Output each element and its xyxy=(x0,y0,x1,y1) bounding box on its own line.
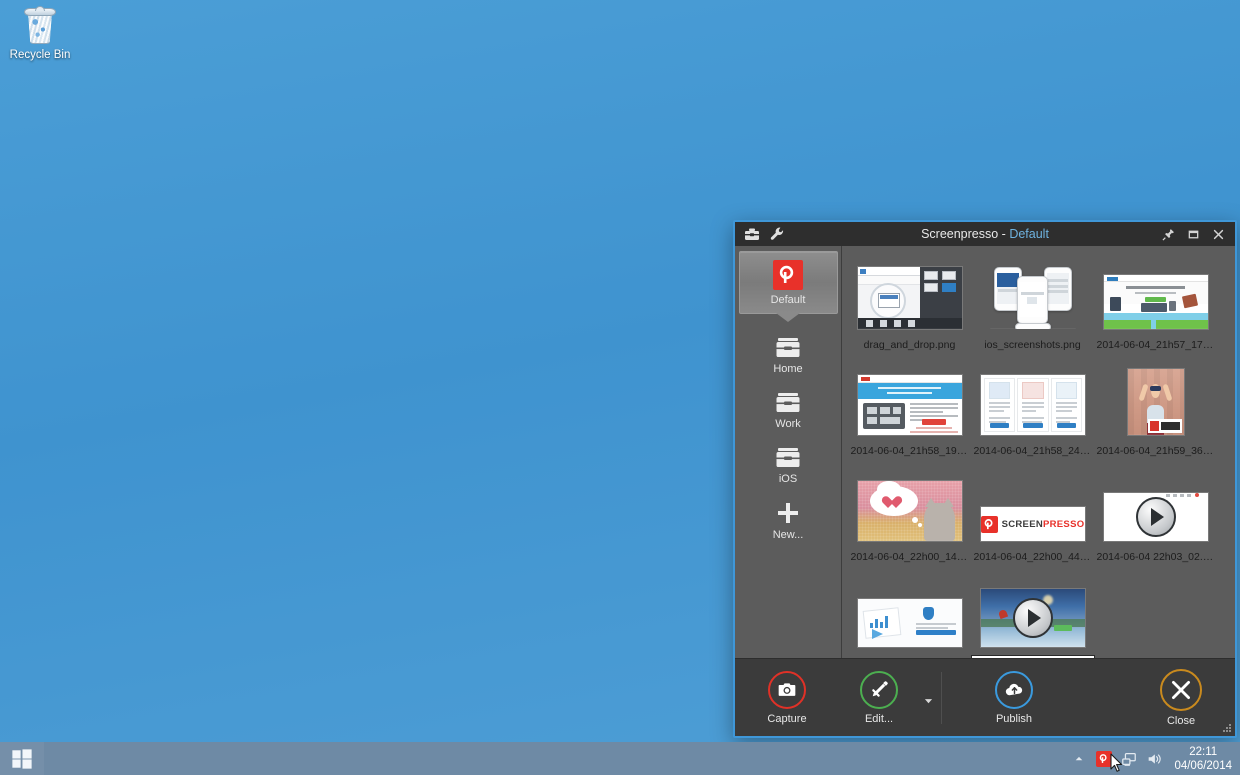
pin-icon[interactable] xyxy=(1162,228,1175,241)
capture-button[interactable]: Capture xyxy=(745,670,829,725)
thumbnail-image[interactable] xyxy=(857,572,962,647)
thumbnail-image[interactable] xyxy=(980,572,1085,647)
clock-time: 22:11 xyxy=(1189,745,1218,758)
screenpresso-logo-icon xyxy=(980,515,998,533)
sidebar-item-label: New... xyxy=(772,529,804,541)
thumbnail-filename: 2014-06-04_21h58_19.png xyxy=(850,445,971,457)
thumbnail-item[interactable]: drag_and_drop.png xyxy=(848,252,971,358)
thumbnail-item[interactable]: 2014-06-04_21h59_36.png xyxy=(1094,358,1217,464)
sidebar-item-work[interactable]: Work xyxy=(739,382,838,437)
sidebar-item-default[interactable]: Default xyxy=(738,251,838,314)
thumbnail-image[interactable] xyxy=(1103,254,1208,329)
window-title-separator: - xyxy=(1001,227,1006,241)
capture-icon xyxy=(768,670,806,709)
window-title-workspace: Default xyxy=(1009,227,1049,241)
thumbnail-item[interactable]: 2014-06-04 22h06_20.mp4 xyxy=(970,570,1095,658)
video-play-icon xyxy=(1135,497,1176,537)
close-button[interactable]: Close xyxy=(1139,668,1223,727)
thumbnail-item[interactable]: 2014-06-04_22h05_29.png xyxy=(848,570,971,658)
folder-icon xyxy=(775,392,801,414)
show-hidden-icons-chevron-icon[interactable] xyxy=(1070,750,1088,768)
thumbnail-image[interactable] xyxy=(857,254,962,329)
edit-label: Edit... xyxy=(864,712,894,725)
volume-icon[interactable] xyxy=(1145,750,1163,768)
thumbnail-item[interactable]: 2014-06-04 22h03_02.mp4 xyxy=(1094,464,1217,570)
folder-icon xyxy=(775,447,801,469)
minimize-icon[interactable] xyxy=(1187,228,1200,241)
sidebar-item-label: Default xyxy=(770,294,806,306)
close-label: Close xyxy=(1166,714,1196,727)
titlebar-window-controls xyxy=(1162,228,1235,241)
resize-grip[interactable] xyxy=(1222,723,1232,733)
thumbnail-image[interactable] xyxy=(1103,466,1208,541)
window-body: Default Home Work iOS New... drag_and_dr… xyxy=(735,246,1235,658)
thumbnail-filename: 2014-06-04_21h58_24.png xyxy=(973,445,1094,457)
settings-wrench-icon[interactable] xyxy=(770,226,786,242)
sidebar-item-label: Work xyxy=(775,418,801,430)
sidebar-item-home[interactable]: Home xyxy=(739,327,838,382)
thumbnail-filename: 2014-06-04_22h00_14.png xyxy=(850,551,971,563)
folder-icon xyxy=(775,337,801,359)
workspace-sidebar: Default Home Work iOS New... xyxy=(735,246,842,658)
plus-icon xyxy=(776,501,800,525)
publish-label: Publish xyxy=(995,712,1033,725)
edit-icon xyxy=(860,670,898,709)
thumbnail-item[interactable]: ios_screenshots.png xyxy=(971,252,1094,358)
thumbnail-image[interactable]: SCREENPRESSO xyxy=(980,466,1085,541)
sidebar-item-label: iOS xyxy=(778,473,798,485)
thumbnail-image[interactable] xyxy=(981,254,1085,329)
thumbnail-item[interactable]: 2014-06-04_21h57_17.png xyxy=(1094,252,1217,358)
close-icon[interactable] xyxy=(1212,228,1225,241)
screenpresso-tray-icon[interactable] xyxy=(1095,750,1113,768)
thumbnail-item[interactable]: 2014-06-04_21h58_24.png xyxy=(971,358,1094,464)
windows-start-icon xyxy=(12,748,32,769)
taskbar[interactable]: 22:11 04/06/2014 xyxy=(0,742,1240,775)
window-toolbar: Capture Edit... Publish Close xyxy=(735,658,1235,736)
thumbnail-image[interactable] xyxy=(857,360,962,435)
thumbnail-filename: ios_screenshots.png xyxy=(984,339,1081,351)
close-x-icon xyxy=(1160,668,1202,711)
thumbnail-item[interactable]: 2014-06-04_22h00_14.png xyxy=(848,464,971,570)
capture-label: Capture xyxy=(767,712,807,725)
thumbnail-image[interactable] xyxy=(1104,360,1208,435)
screenpresso-logo-icon xyxy=(773,260,803,290)
thumbnail-item[interactable]: SCREENPRESSO 2014-06-04_22h00_44.png xyxy=(971,464,1094,570)
screenpresso-window[interactable]: Screenpresso - Default Default Home Work… xyxy=(733,220,1237,738)
system-tray: 22:11 04/06/2014 xyxy=(1070,742,1240,775)
thumbnail-image[interactable] xyxy=(857,466,962,541)
start-button[interactable] xyxy=(0,742,44,775)
titlebar-left-icons xyxy=(735,226,786,242)
recycle-bin-label: Recycle Bin xyxy=(9,49,71,61)
sidebar-item-new[interactable]: New... xyxy=(739,492,838,548)
edit-button[interactable]: Edit... xyxy=(837,670,921,725)
publish-cloud-upload-icon xyxy=(995,670,1033,709)
window-title-app: Screenpresso xyxy=(921,227,999,241)
edit-dropdown-caret[interactable] xyxy=(921,696,935,705)
thumbnail-image[interactable] xyxy=(980,360,1085,435)
window-titlebar[interactable]: Screenpresso - Default xyxy=(735,222,1235,246)
thumbnail-filename: 2014-06-04_22h00_44.png xyxy=(973,551,1094,563)
thumbnail-filename: 2014-06-04 22h03_02.mp4 xyxy=(1096,551,1217,563)
taskbar-clock[interactable]: 22:11 04/06/2014 xyxy=(1170,745,1232,773)
sidebar-item-ios[interactable]: iOS xyxy=(739,437,838,492)
recycle-bin-icon xyxy=(22,6,58,46)
thumbnail-filename: 2014-06-04_21h59_36.png xyxy=(1096,445,1217,457)
video-play-icon xyxy=(1012,598,1053,638)
clock-date: 04/06/2014 xyxy=(1174,759,1232,772)
desktop-icon-recycle-bin[interactable]: Recycle Bin xyxy=(6,6,74,62)
thumbnail-filename: drag_and_drop.png xyxy=(863,339,956,351)
thumbnail-item[interactable]: 2014-06-04_21h58_19.png xyxy=(848,358,971,464)
network-icon[interactable] xyxy=(1120,750,1138,768)
workspace-icon[interactable] xyxy=(744,226,760,242)
thumbnail-grid: drag_and_drop.png ios_screenshots.png 20… xyxy=(842,246,1235,658)
sidebar-item-label: Home xyxy=(773,363,803,375)
window-title: Screenpresso - Default xyxy=(735,227,1235,241)
publish-button[interactable]: Publish xyxy=(972,670,1056,725)
toolbar-divider xyxy=(941,671,942,724)
thumbnail-filename: 2014-06-04_21h57_17.png xyxy=(1096,339,1217,351)
